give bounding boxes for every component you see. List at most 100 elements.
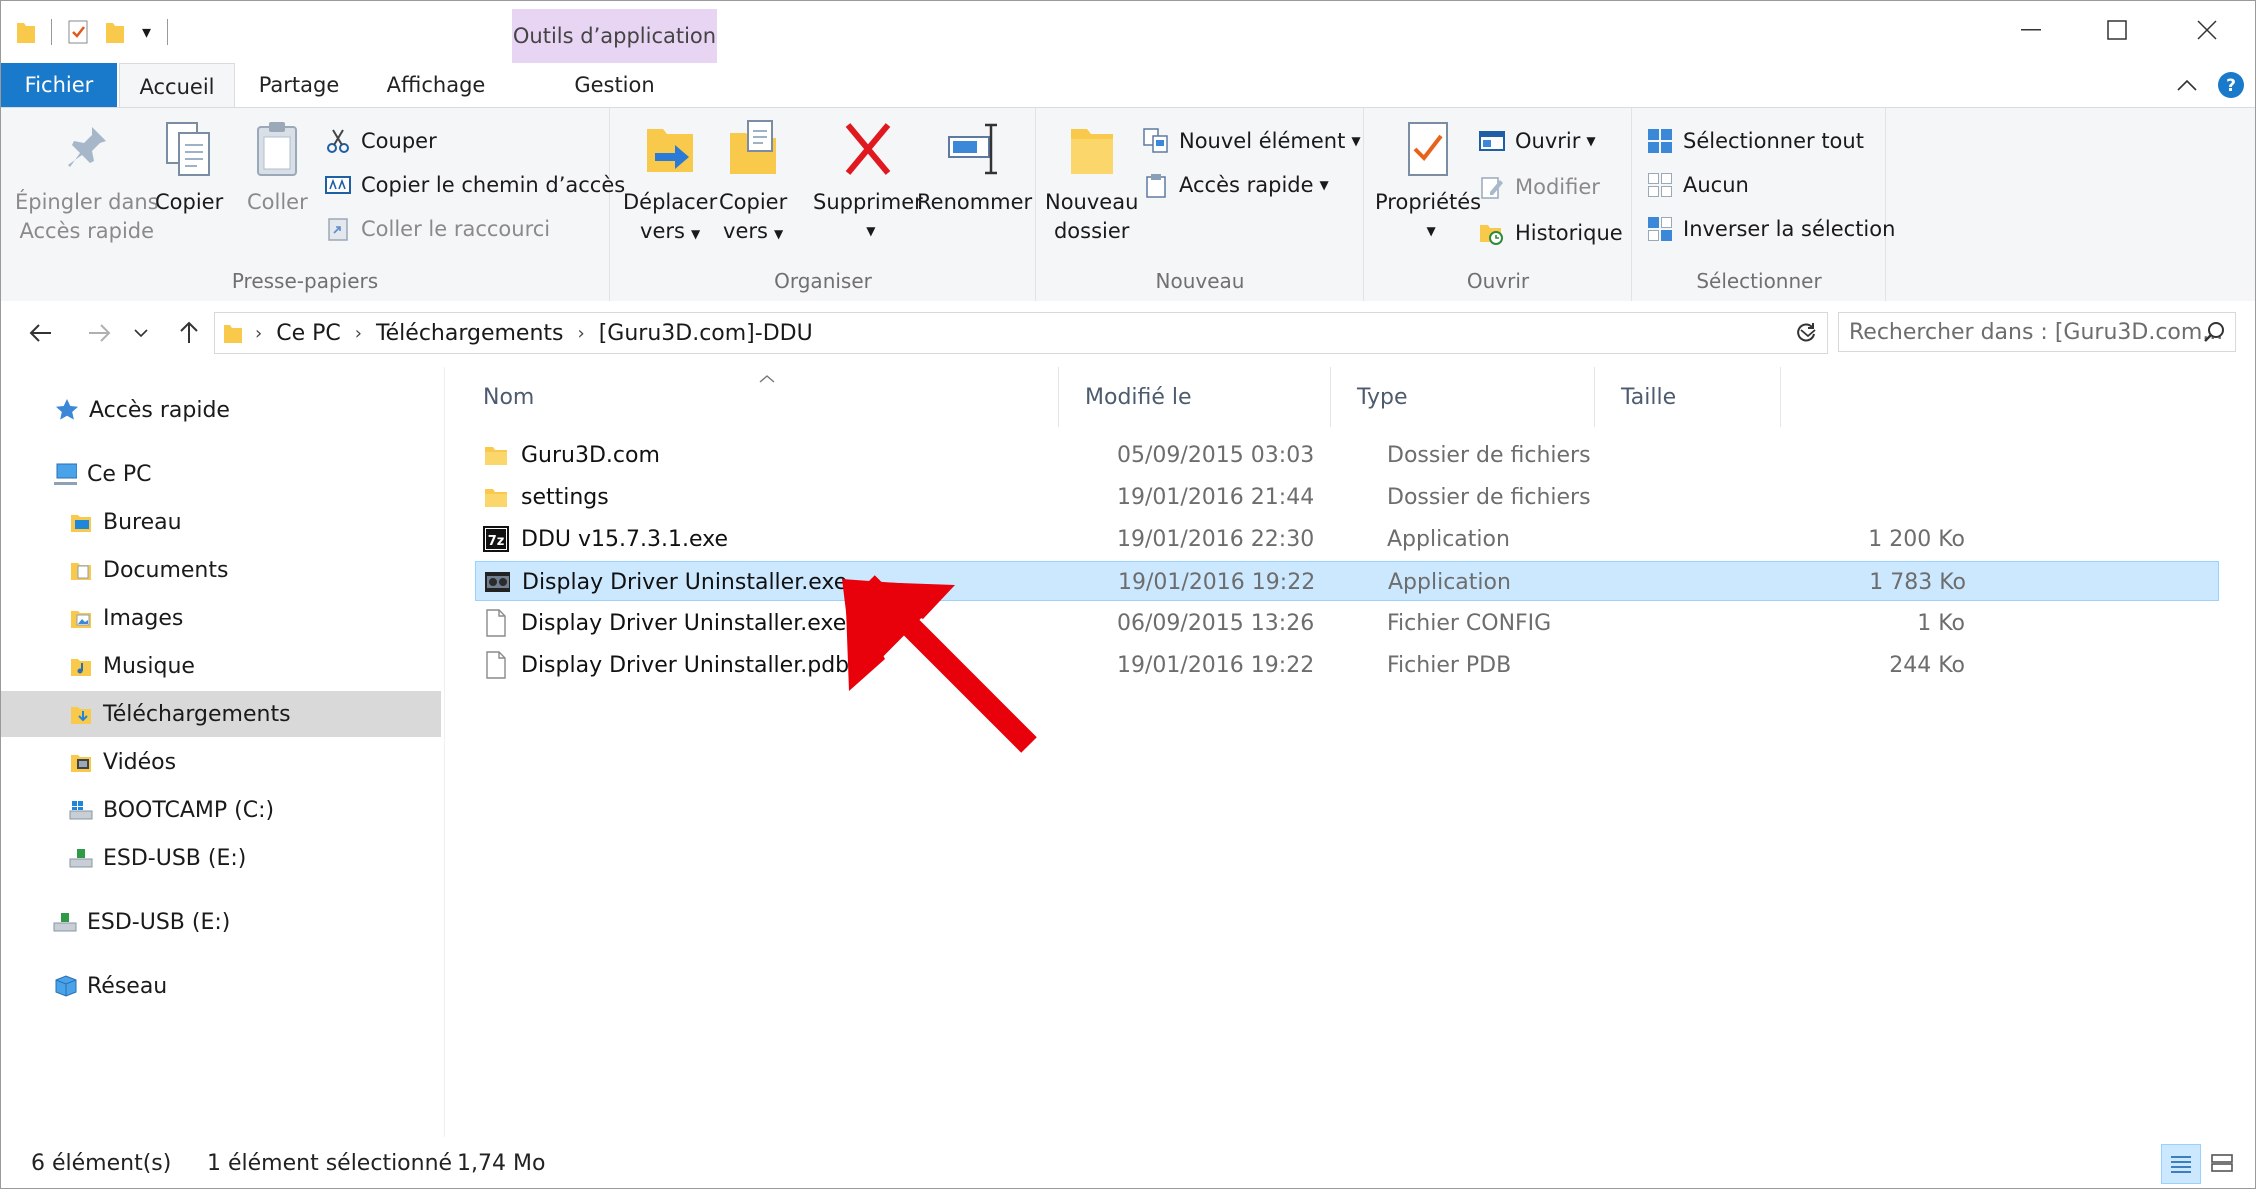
navigation-pane: Accès rapide Ce PC Bureau Documents Imag…: [1, 367, 444, 1137]
rename-button[interactable]: Renommer: [917, 118, 1032, 217]
nav-item-pictures[interactable]: Images: [1, 595, 441, 641]
search-box[interactable]: Rechercher dans : [Guru3D.com...: [1838, 312, 2236, 352]
pictures-folder-icon: [69, 606, 93, 630]
select-none-button[interactable]: Aucun: [1647, 168, 1749, 202]
delete-x-icon: [840, 118, 896, 180]
star-icon: [55, 398, 79, 422]
properties-button[interactable]: Propriétés ▼: [1375, 118, 1481, 246]
delete-button[interactable]: Supprimer ▼: [813, 118, 923, 246]
nav-item-esd-usb[interactable]: ESD-USB (E:): [1, 899, 441, 945]
easy-access-button[interactable]: Accès rapide ▼: [1143, 168, 1329, 202]
copy-button[interactable]: Copier: [155, 118, 223, 217]
select-all-button[interactable]: Sélectionner tout: [1647, 124, 1864, 158]
folder-small-icon: [15, 19, 37, 45]
new-folder-button[interactable]: Nouveau dossier: [1045, 118, 1138, 246]
new-folder-qa-icon[interactable]: [104, 19, 126, 45]
status-selection-size: 1,74 Mo: [457, 1151, 546, 1176]
new-group: Nouveau dossier Nouvel élément ▼ Accès ra…: [1037, 108, 1364, 301]
navigation-bar: › Ce PC › Téléchargements › [Guru3D.com]…: [1, 301, 2255, 367]
open-button[interactable]: Ouvrir ▼: [1479, 124, 1596, 158]
clipboard-group-label: Presse-papiers: [231, 269, 379, 293]
recent-locations-button[interactable]: [129, 315, 153, 351]
new-item-button[interactable]: Nouvel élément ▼: [1143, 124, 1361, 158]
nav-item-downloads[interactable]: Téléchargements: [1, 691, 441, 737]
pin-quick-access-button[interactable]: Épingler dans Accès rapide: [15, 118, 159, 246]
context-tab-group-label: Outils d’application: [512, 9, 717, 63]
nav-item-quick-access[interactable]: Accès rapide: [1, 387, 441, 433]
nav-item-esd-usb-sub[interactable]: ESD-USB (E:): [1, 835, 441, 881]
history-icon: [1479, 220, 1505, 246]
paste-shortcut-button[interactable]: Coller le raccourci: [325, 212, 550, 246]
breadcrumb-separator[interactable]: ›: [355, 323, 362, 344]
paste-button[interactable]: Coller: [247, 118, 308, 217]
tab-view[interactable]: Affichage: [361, 63, 511, 107]
breadcrumb-separator[interactable]: ›: [255, 323, 262, 344]
move-to-button[interactable]: Déplacer vers ▼: [623, 118, 717, 249]
tab-file[interactable]: Fichier: [1, 63, 117, 107]
easy-access-icon: [1143, 172, 1169, 198]
back-button[interactable]: [23, 315, 59, 351]
new-group-label: Nouveau: [1155, 269, 1245, 293]
details-view-button[interactable]: [2161, 1144, 2201, 1184]
address-bar[interactable]: › Ce PC › Téléchargements › [Guru3D.com]…: [214, 312, 1828, 354]
properties-qa-icon[interactable]: [66, 19, 90, 45]
copy-path-button[interactable]: Copier le chemin d’accès: [325, 168, 625, 202]
select-all-icon: [1647, 128, 1673, 154]
select-none-icon: [1647, 172, 1673, 198]
quick-access-toolbar: ▾: [15, 15, 169, 49]
edit-button[interactable]: Modifier: [1479, 170, 1600, 204]
nav-item-network[interactable]: Réseau: [1, 963, 441, 1009]
breadcrumb-downloads[interactable]: Téléchargements: [376, 321, 564, 346]
invert-selection-button[interactable]: Inverser la sélection: [1647, 212, 1895, 246]
customize-qa-button[interactable]: ▾: [142, 22, 151, 43]
properties-icon: [1400, 118, 1456, 180]
refresh-button[interactable]: [1787, 315, 1823, 351]
usb-drive-icon: [69, 846, 93, 870]
open-window-icon: [1479, 128, 1505, 154]
new-item-icon: [1143, 128, 1169, 154]
pin-icon: [59, 118, 115, 180]
search-input[interactable]: Rechercher dans : [Guru3D.com...: [1849, 320, 2223, 345]
desktop-folder-icon: [69, 510, 93, 534]
tab-home[interactable]: Accueil: [119, 63, 235, 109]
pane-divider[interactable]: [444, 367, 445, 1137]
close-button[interactable]: [2161, 1, 2253, 59]
nav-item-this-pc[interactable]: Ce PC: [1, 451, 441, 497]
nav-item-documents[interactable]: Documents: [1, 547, 441, 593]
status-item-count: 6 élément(s): [31, 1151, 172, 1176]
nav-item-bootcamp-drive[interactable]: BOOTCAMP (C:): [1, 787, 441, 833]
maximize-button[interactable]: [2071, 1, 2163, 59]
cut-button[interactable]: Couper: [325, 124, 437, 158]
tab-share[interactable]: Partage: [241, 63, 357, 107]
usb-drive-icon: [53, 910, 77, 934]
large-icons-view-button[interactable]: [2203, 1144, 2241, 1182]
minimize-button[interactable]: [1985, 1, 2077, 59]
nav-item-videos[interactable]: Vidéos: [1, 739, 441, 785]
tab-manage[interactable]: Gestion: [512, 63, 717, 107]
status-selection: 1 élément sélectionné: [207, 1151, 453, 1176]
scissors-icon: [325, 128, 351, 154]
collapse-ribbon-button[interactable]: [2167, 63, 2207, 107]
open-group-label: Ouvrir: [1466, 269, 1530, 293]
nav-item-music[interactable]: Musique: [1, 643, 441, 689]
breadcrumb-ce-pc[interactable]: Ce PC: [276, 321, 341, 346]
music-folder-icon: [69, 654, 93, 678]
organize-group-label: Organiser: [774, 269, 872, 293]
documents-folder-icon: [69, 558, 93, 582]
open-group: Propriétés ▼ Ouvrir▼ Modifier Historiqu: [1365, 108, 1632, 301]
breadcrumb-separator[interactable]: ›: [578, 323, 585, 344]
history-button[interactable]: Historique: [1479, 216, 1623, 250]
move-to-icon: [642, 118, 698, 180]
copy-to-button[interactable]: Copier vers ▼: [719, 118, 787, 249]
file-explorer-window: ▾ Outils d’application Fichier Accueil P…: [0, 0, 2256, 1189]
forward-button[interactable]: [81, 315, 117, 351]
up-button[interactable]: [171, 315, 207, 351]
breadcrumb-current-folder[interactable]: [Guru3D.com]-DDU: [599, 321, 813, 346]
search-icon: [2203, 321, 2225, 343]
computer-icon: [53, 462, 77, 486]
nav-item-desktop[interactable]: Bureau: [1, 499, 441, 545]
rename-icon: [947, 118, 1003, 180]
help-button[interactable]: ?: [2213, 63, 2249, 107]
ribbon-tabs: Fichier Accueil Partage Affichage Gestio…: [1, 63, 2255, 109]
copy-to-icon: [725, 118, 781, 180]
